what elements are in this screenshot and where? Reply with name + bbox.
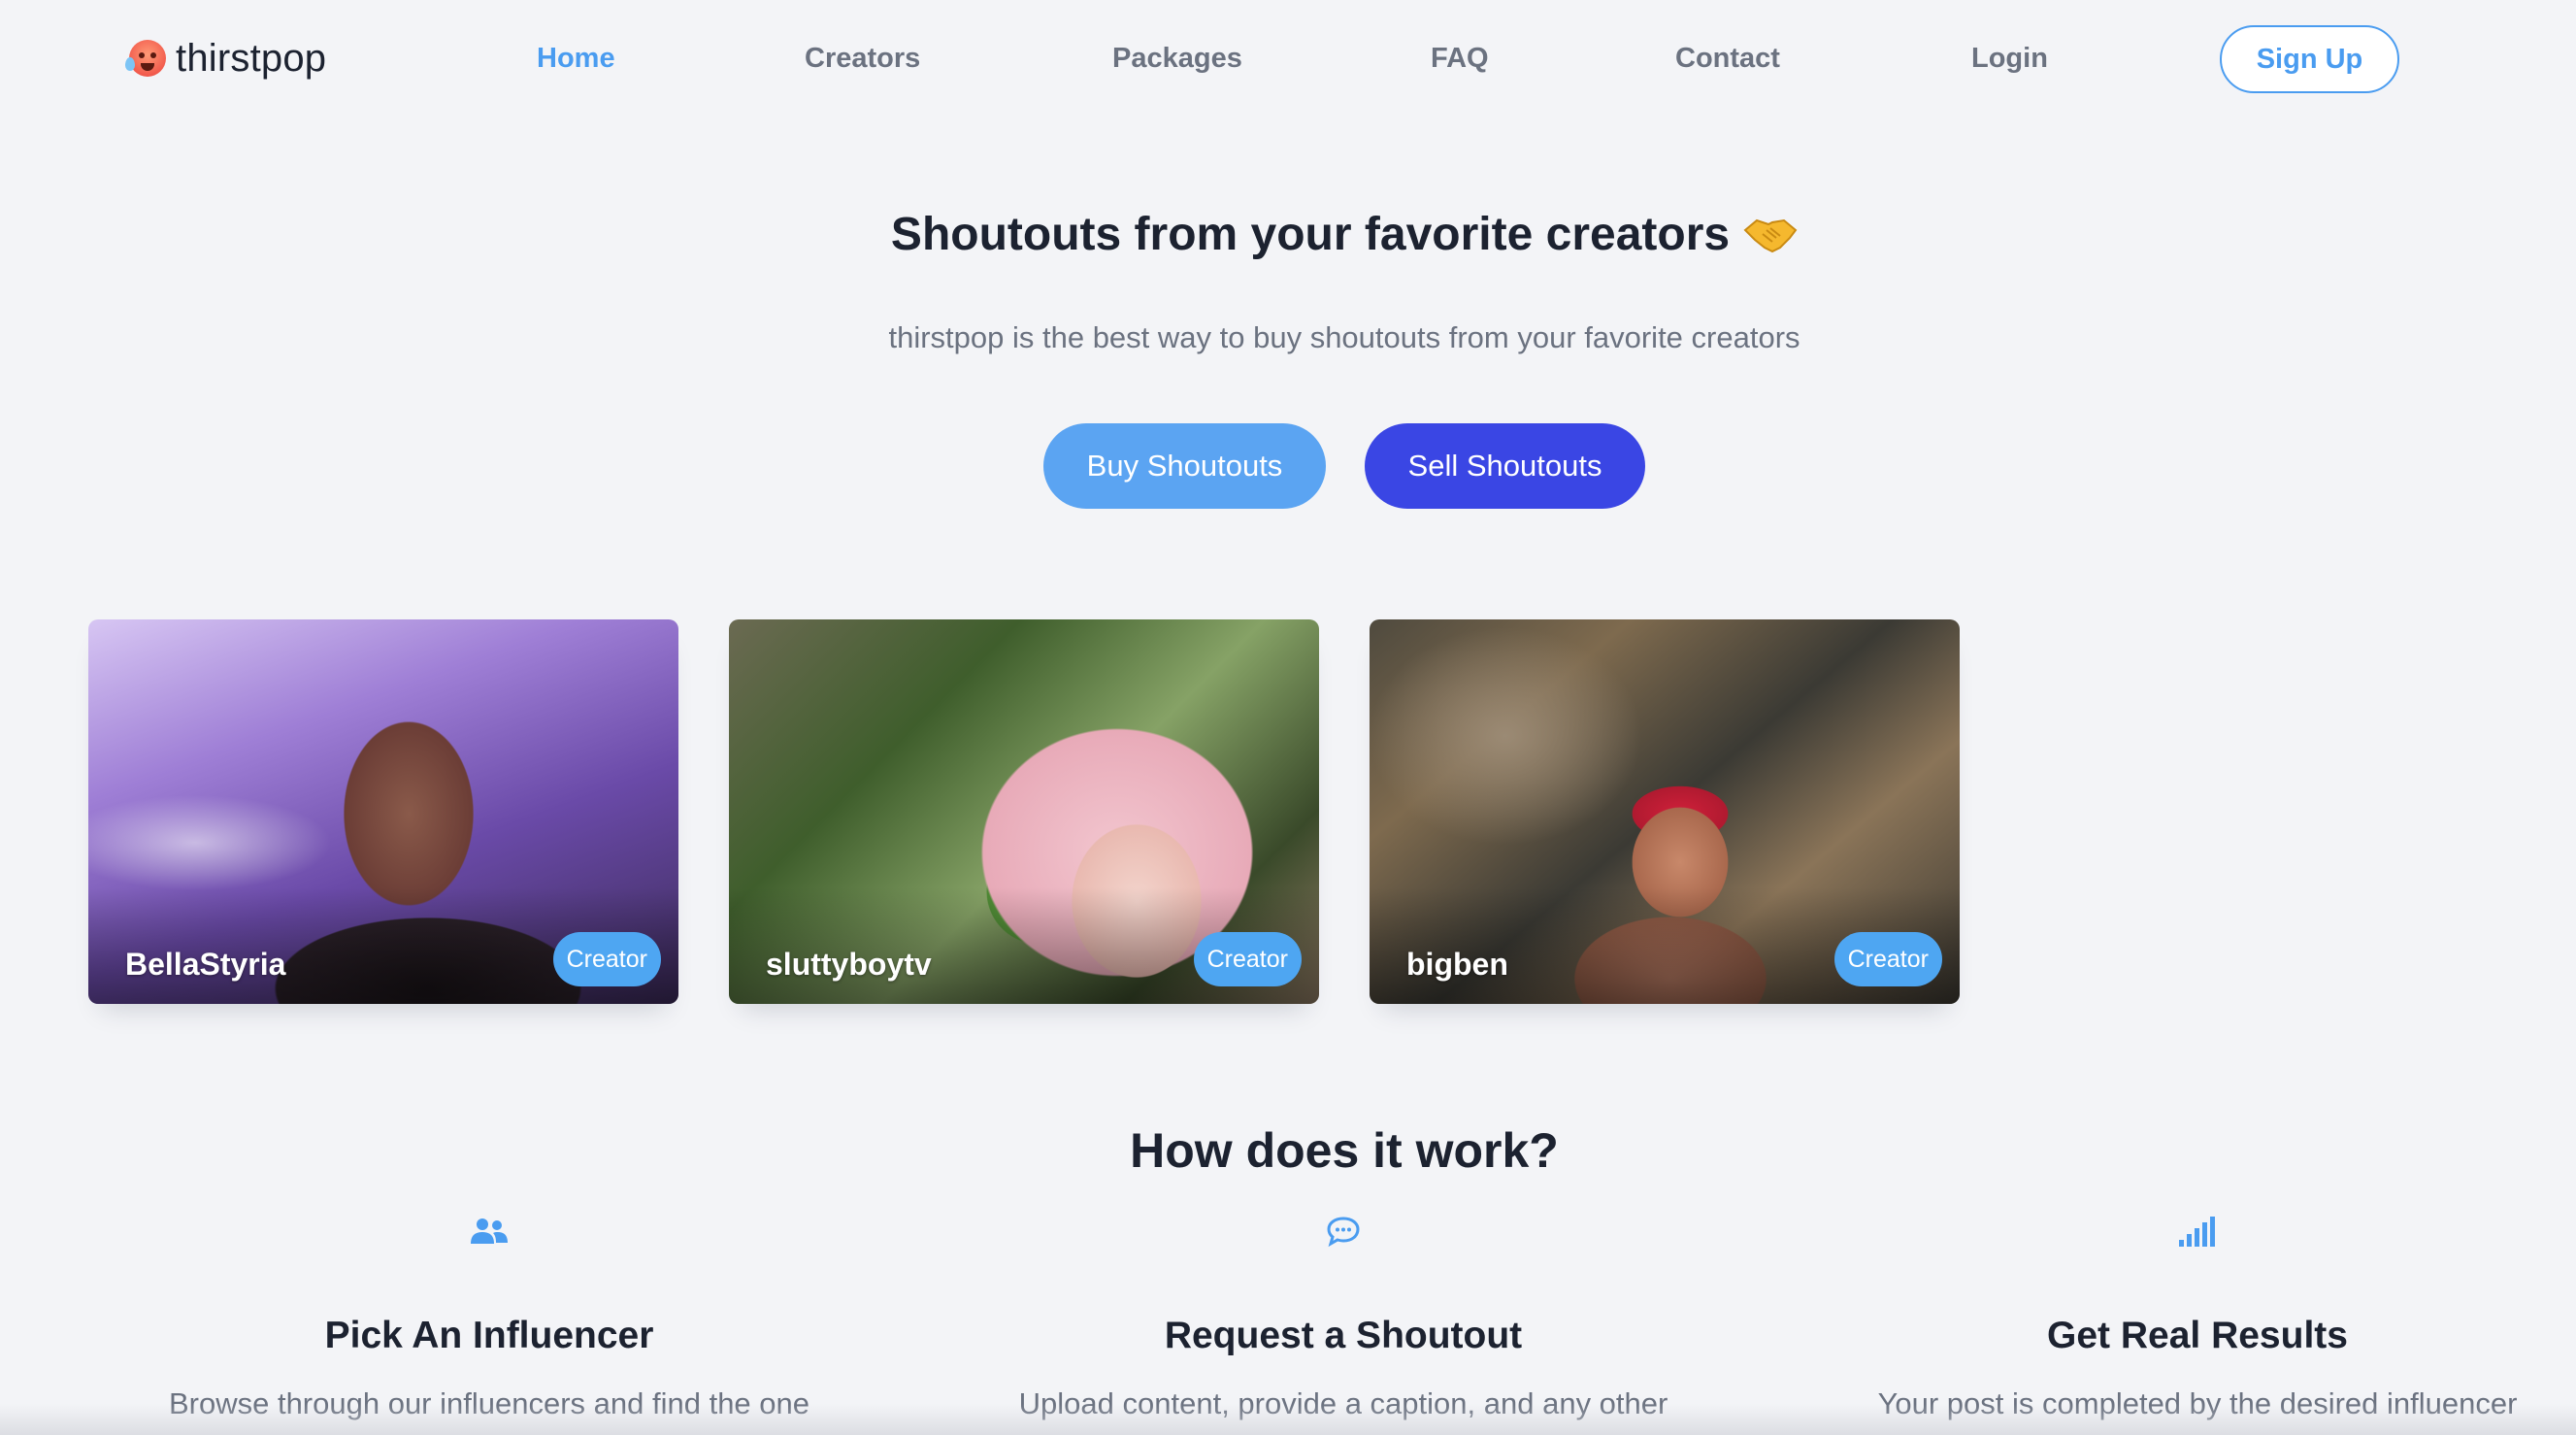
hot-face-emoji-icon (125, 40, 166, 77)
nav-link-creators[interactable]: Creators (805, 43, 920, 75)
step-get-results: Get Real Results Your post is completed … (1829, 1212, 2566, 1435)
brand-logo[interactable]: thirstpop (125, 33, 327, 83)
top-navbar: thirstpop Home Creators Packages FAQ Con… (0, 0, 2576, 118)
nav-link-faq[interactable]: FAQ (1431, 43, 1489, 75)
signup-button[interactable]: Sign Up (2220, 25, 2399, 93)
creator-badge: Creator (1833, 932, 1942, 986)
hero-subtitle: thirstpop is the best way to buy shoutou… (888, 320, 1800, 354)
nav-link-login[interactable]: Login (1971, 43, 2048, 75)
hero-title-row: Shoutouts from your favorite creators (0, 208, 2576, 261)
chat-bubble-icon (1327, 1217, 1360, 1248)
creator-card[interactable]: bigben Creator (1370, 619, 1960, 1004)
creator-name: bigben (1406, 947, 1508, 982)
creator-name: sluttyboytv (766, 947, 932, 982)
step-pick-influencer: Pick An Influencer Browse through our in… (120, 1212, 858, 1435)
step-request-shoutout: Request a Shoutout Upload content, provi… (974, 1212, 1712, 1435)
creator-badge: Creator (552, 932, 661, 986)
step-title: Pick An Influencer (324, 1315, 654, 1356)
how-it-works-title: How does it work? (1130, 1123, 1559, 1178)
nav-link-packages[interactable]: Packages (1112, 43, 1242, 75)
creator-card[interactable]: BellaStyria Creator (88, 619, 678, 1004)
users-icon (471, 1218, 508, 1244)
creator-name: BellaStyria (125, 947, 286, 982)
creator-card[interactable]: sluttyboytv Creator (729, 619, 1319, 1004)
nav-link-home[interactable]: Home (537, 43, 615, 75)
buy-shoutouts-button[interactable]: Buy Shoutouts (1043, 423, 1326, 509)
signal-bars-icon (2179, 1217, 2215, 1247)
creator-badge: Creator (1193, 932, 1302, 986)
sell-shoutouts-button[interactable]: Sell Shoutouts (1365, 423, 1645, 509)
step-title: Request a Shoutout (1164, 1315, 1523, 1356)
hero-title: Shoutouts from your favorite creators (890, 209, 1731, 260)
step-title: Get Real Results (2047, 1315, 2348, 1356)
brand-name: thirstpop (176, 36, 327, 80)
nav-link-contact[interactable]: Contact (1675, 43, 1780, 75)
handshake-icon (1743, 218, 1798, 252)
